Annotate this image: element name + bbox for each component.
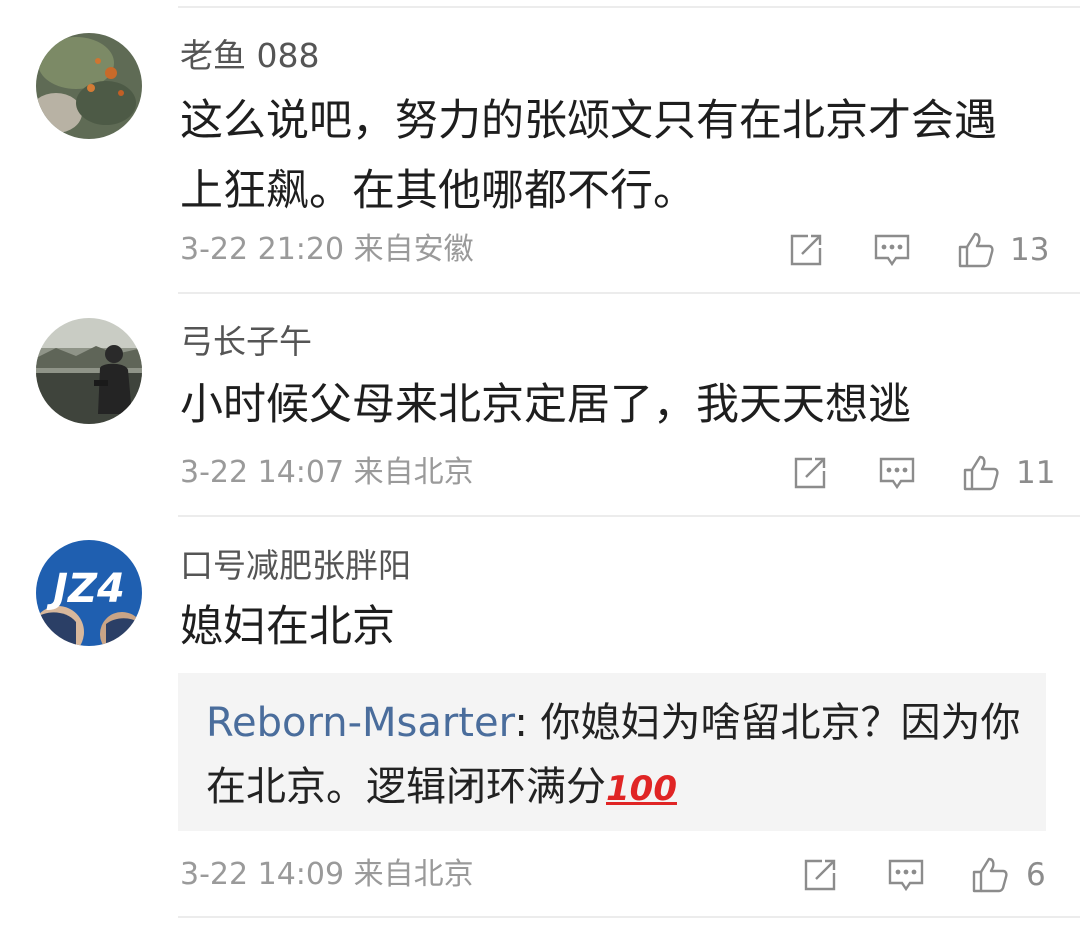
reply-text-line: Reborn-Msarter: 你媳妇为啥留北京？因为你在北京。逻辑闭环满分10… <box>206 691 1026 821</box>
like-count: 13 <box>1010 232 1050 268</box>
share-icon[interactable] <box>800 855 840 895</box>
reply-preview[interactable]: Reborn-Msarter: 你媳妇为啥留北京？因为你在北京。逻辑闭环满分10… <box>178 673 1046 831</box>
comment-time: 3-22 14:09 <box>180 857 345 892</box>
share-icon[interactable] <box>786 230 826 270</box>
avatar-text: JZ4 <box>46 566 125 612</box>
divider <box>178 292 1080 294</box>
divider-bottom <box>178 916 1080 918</box>
avatar[interactable]: JZ4 <box>36 540 142 646</box>
comment-location: 来自北京 <box>353 455 474 490</box>
comment-text: 小时候父母来北京定居了，我天天想逃 <box>180 380 911 430</box>
comment-text: 这么说吧，努力的张颂文只有在北京才会遇上狂飙。在其他哪都不行。 <box>180 96 997 216</box>
comment-location: 来自北京 <box>353 857 474 892</box>
thumbs-up-icon[interactable] <box>961 453 1001 493</box>
hundred-points-emoji: 100 <box>606 769 677 809</box>
comment-meta: 3-22 14:07 来自北京 <box>180 453 474 493</box>
thumbs-up-icon[interactable] <box>956 230 996 270</box>
comment-time: 3-22 21:20 <box>180 232 345 267</box>
reply-username[interactable]: Reborn-Msarter <box>206 700 514 746</box>
comment-time: 3-22 14:07 <box>180 455 345 490</box>
divider-top <box>178 6 1080 8</box>
share-icon[interactable] <box>790 453 830 493</box>
comment-icon[interactable] <box>877 453 917 493</box>
comment-icon[interactable] <box>872 230 912 270</box>
comment-text: 媳妇在北京 <box>180 602 395 652</box>
username[interactable]: 口号减肥张胖阳 <box>180 546 411 586</box>
avatar[interactable] <box>36 33 142 139</box>
comment-meta: 3-22 14:09 来自北京 <box>180 855 474 895</box>
like-count: 6 <box>1026 857 1046 893</box>
comment-meta: 3-22 21:20 来自安徽 <box>180 230 474 270</box>
thumbs-up-icon[interactable] <box>970 855 1010 895</box>
username[interactable]: 弓长子午 <box>180 322 312 362</box>
reply-separator: : <box>514 700 541 746</box>
avatar[interactable] <box>36 318 142 424</box>
username[interactable]: 老鱼 088 <box>180 36 319 76</box>
comment-location: 来自安徽 <box>353 232 474 267</box>
comment-icon[interactable] <box>886 855 926 895</box>
like-count: 11 <box>1016 455 1056 491</box>
divider <box>178 515 1080 517</box>
